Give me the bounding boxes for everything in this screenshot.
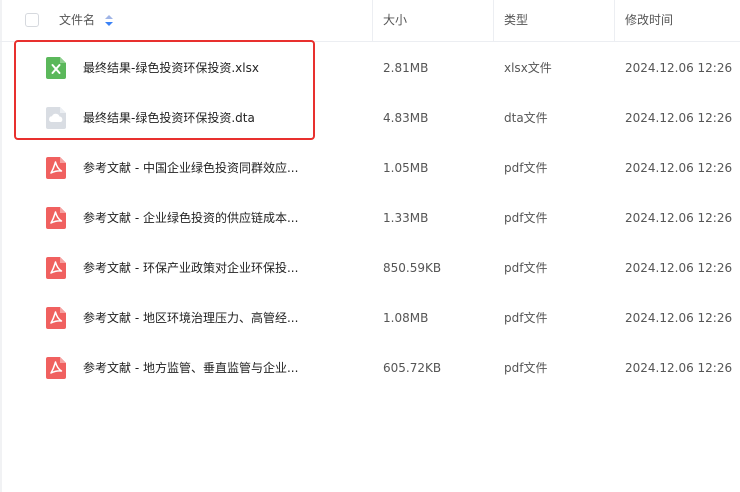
file-type: pdf文件: [504, 161, 548, 175]
pdf-file-icon: [46, 157, 66, 179]
file-type: xlsx文件: [504, 61, 552, 75]
file-size: 1.33MB: [383, 211, 429, 225]
sort-icon[interactable]: [105, 15, 113, 26]
pdf-file-icon: [46, 357, 66, 379]
column-header-time[interactable]: 修改时间: [625, 0, 673, 41]
file-type: pdf文件: [504, 211, 548, 225]
column-separator[interactable]: [493, 0, 494, 41]
file-name[interactable]: 参考文献 - 企业绿色投资的供应链成本...: [83, 193, 298, 243]
file-size: 2.81MB: [383, 61, 429, 75]
file-name[interactable]: 参考文献 - 中国企业绿色投资同群效应...: [83, 143, 298, 193]
file-modified-time: 2024.12.06 12:26: [625, 161, 733, 175]
file-modified-time: 2024.12.06 12:26: [625, 261, 733, 275]
file-row[interactable]: 参考文献 - 地区环境治理压力、高管经... 1.08MB pdf文件 2024…: [0, 293, 740, 343]
file-size: 1.05MB: [383, 161, 429, 175]
file-size: 850.59KB: [383, 261, 442, 275]
file-type: pdf文件: [504, 311, 548, 325]
file-type: pdf文件: [504, 261, 548, 275]
pdf-file-icon: [46, 207, 66, 229]
file-list-header: 文件名 大小 类型 修改时间: [0, 0, 740, 42]
file-row[interactable]: 参考文献 - 企业绿色投资的供应链成本... 1.33MB pdf文件 2024…: [0, 193, 740, 243]
file-row[interactable]: 参考文献 - 地方监管、垂直监管与企业... 605.72KB pdf文件 20…: [0, 343, 740, 393]
file-modified-time: 2024.12.06 12:26: [625, 111, 733, 125]
file-type: dta文件: [504, 111, 548, 125]
pdf-file-icon: [46, 257, 66, 279]
column-separator[interactable]: [372, 0, 373, 41]
file-row[interactable]: 参考文献 - 中国企业绿色投资同群效应... 1.05MB pdf文件 2024…: [0, 143, 740, 193]
column-separator[interactable]: [614, 0, 615, 41]
file-modified-time: 2024.12.06 12:26: [625, 311, 733, 325]
file-type: pdf文件: [504, 361, 548, 375]
highlight-box: [14, 40, 315, 140]
file-name[interactable]: 参考文献 - 地区环境治理压力、高管经...: [83, 293, 298, 343]
file-modified-time: 2024.12.06 12:26: [625, 211, 733, 225]
column-header-size[interactable]: 大小: [383, 0, 407, 41]
file-modified-time: 2024.12.06 12:26: [625, 61, 733, 75]
select-all-checkbox[interactable]: [25, 13, 39, 27]
file-row[interactable]: 参考文献 - 环保产业政策对企业环保投... 850.59KB pdf文件 20…: [0, 243, 740, 293]
file-name[interactable]: 参考文献 - 环保产业政策对企业环保投...: [83, 243, 298, 293]
pdf-file-icon: [46, 307, 66, 329]
file-size: 4.83MB: [383, 111, 429, 125]
column-header-name[interactable]: 文件名: [59, 0, 95, 41]
file-size: 1.08MB: [383, 311, 429, 325]
file-name[interactable]: 参考文献 - 地方监管、垂直监管与企业...: [83, 343, 298, 393]
file-size: 605.72KB: [383, 361, 442, 375]
column-header-type[interactable]: 类型: [504, 0, 528, 41]
file-modified-time: 2024.12.06 12:26: [625, 361, 733, 375]
